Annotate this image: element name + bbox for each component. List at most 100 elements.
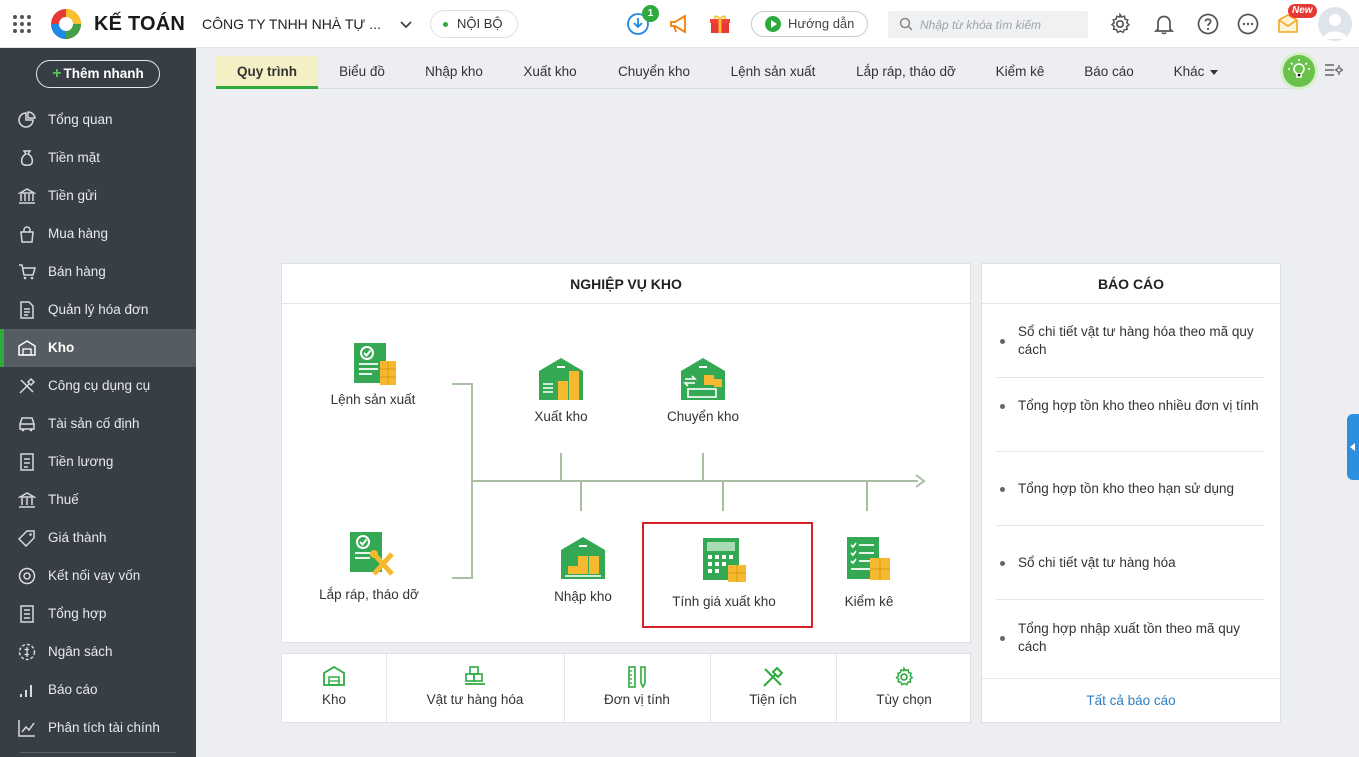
sidebar-item-label: Phân tích tài chính xyxy=(48,720,160,735)
sidebar-item-label: Giá thành xyxy=(48,530,107,545)
tab-assembly[interactable]: Lắp ráp, tháo dỡ xyxy=(848,56,964,88)
production-order-label[interactable]: Lệnh sản xuất xyxy=(312,391,434,408)
sidebar-item-label: Thuế xyxy=(48,492,79,507)
quick-add-button[interactable]: + Thêm nhanh xyxy=(36,60,160,88)
tab-transfer[interactable]: Chuyển kho xyxy=(608,56,700,88)
gift-icon[interactable] xyxy=(708,12,732,36)
company-selector[interactable]: CÔNG TY TNHH NHÀ TỰ ... xyxy=(202,16,381,32)
budget-icon xyxy=(18,643,36,661)
brand-name: KẾ TOÁN xyxy=(94,13,186,35)
help-icon[interactable] xyxy=(1196,12,1220,36)
sidebar-item-summary[interactable]: Tổng hợp xyxy=(0,595,196,633)
sidebar-item-fixed-assets[interactable]: Tài sản cố định xyxy=(0,405,196,443)
sidebar-item-overview[interactable]: Tổng quan xyxy=(0,101,196,139)
sidebar-item-tools[interactable]: Công cụ dụng cụ xyxy=(0,367,196,405)
production-order-icon[interactable] xyxy=(352,341,398,387)
sidebar-item-budget[interactable]: Ngân sách xyxy=(0,633,196,671)
tab-reports[interactable]: Báo cáo xyxy=(1076,56,1142,88)
guide-button[interactable]: Hướng dẫn xyxy=(751,11,868,37)
shopping-bag-icon xyxy=(20,226,34,243)
invoice-icon xyxy=(20,301,34,319)
ruler-icon xyxy=(628,666,646,688)
sidebar-item-loan[interactable]: Kết nối vay vốn xyxy=(0,557,196,595)
report-link[interactable]: Tổng hợp nhập xuất tồn theo mã quy cách xyxy=(998,620,1264,656)
sidebar-item-sales[interactable]: Bán hàng xyxy=(0,253,196,291)
summary-icon xyxy=(20,605,34,623)
sidebar-item-label: Ngân sách xyxy=(48,644,113,659)
calculator-icon[interactable] xyxy=(702,537,748,583)
scope-badge[interactable]: NỘI BỘ xyxy=(430,10,518,38)
more-icon[interactable] xyxy=(1236,12,1260,36)
customize-icon[interactable] xyxy=(1324,62,1344,78)
tab-goods-issue[interactable]: Xuất kho xyxy=(514,56,586,88)
stocktake-label[interactable]: Kiểm kê xyxy=(820,593,918,610)
sidebar: + Thêm nhanh Tổng quan Tiền mặt Tiền gửi … xyxy=(0,48,196,757)
search-input[interactable] xyxy=(920,11,1080,38)
shortcut-utilities[interactable]: Tiện ích xyxy=(710,654,836,722)
sidebar-item-tax[interactable]: Thuế xyxy=(0,481,196,519)
goods-issue-icon[interactable] xyxy=(538,357,584,401)
goods-issue-label[interactable]: Xuất kho xyxy=(512,408,610,425)
report-link[interactable]: Tổng hợp tồn kho theo hạn sử dụng xyxy=(998,480,1264,498)
top-bar: KẾ TOÁN CÔNG TY TNHH NHÀ TỰ ... NỘI BỘ 1… xyxy=(0,0,1359,48)
sidebar-item-label: Quản lý hóa đơn xyxy=(48,302,149,317)
search-icon xyxy=(899,17,913,31)
sidebar-item-financial-analysis[interactable]: Phân tích tài chính xyxy=(0,709,196,747)
tools-icon xyxy=(19,377,36,394)
assembly-label[interactable]: Lắp ráp, tháo dỡ xyxy=(318,586,420,603)
goods-receipt-icon[interactable] xyxy=(560,536,606,580)
all-reports-link[interactable]: Tất cả báo cáo xyxy=(982,678,1280,722)
price-tag-icon xyxy=(18,530,35,547)
tab-stocktake[interactable]: Kiểm kê xyxy=(988,56,1052,88)
sidebar-item-deposit[interactable]: Tiền gửi xyxy=(0,177,196,215)
megaphone-icon[interactable] xyxy=(668,12,692,36)
tab-workflow[interactable]: Quy trình xyxy=(216,56,318,89)
bell-icon[interactable] xyxy=(1152,12,1176,36)
sidebar-item-label: Tổng hợp xyxy=(48,606,107,621)
settings-icon[interactable] xyxy=(1108,12,1132,36)
transfer-label[interactable]: Chuyển kho xyxy=(654,408,752,425)
sidebar-item-label: Kết nối vay vốn xyxy=(48,568,141,583)
sidebar-item-payroll[interactable]: Tiền lương xyxy=(0,443,196,481)
transfer-icon[interactable] xyxy=(680,357,726,401)
shortcut-label: Vật tư hàng hóa xyxy=(426,692,524,707)
avatar[interactable] xyxy=(1318,7,1352,41)
search-box[interactable] xyxy=(888,11,1088,38)
report-divider xyxy=(996,599,1264,600)
pie-chart-icon xyxy=(18,111,36,128)
shortcut-options[interactable]: Tùy chọn xyxy=(836,654,972,722)
sidebar-item-label: Mua hàng xyxy=(48,226,109,241)
report-divider xyxy=(996,451,1264,452)
quick-add-label: Thêm nhanh xyxy=(63,66,144,81)
side-panel-toggle[interactable] xyxy=(1347,414,1359,480)
sidebar-item-label: Kho xyxy=(48,340,75,355)
chevron-down-icon[interactable] xyxy=(398,16,414,32)
report-link[interactable]: Sổ chi tiết vật tư hàng hóa theo mã quy … xyxy=(998,323,1264,359)
bar-chart-icon xyxy=(20,685,32,697)
tab-production-order[interactable]: Lệnh sản xuất xyxy=(722,56,824,88)
stocktake-icon[interactable] xyxy=(846,536,892,582)
sidebar-item-purchase[interactable]: Mua hàng xyxy=(0,215,196,253)
sidebar-item-warehouse[interactable]: Kho xyxy=(0,329,196,367)
sidebar-item-invoices[interactable]: Quản lý hóa đơn xyxy=(0,291,196,329)
goods-receipt-label[interactable]: Nhập kho xyxy=(534,588,632,605)
report-link[interactable]: Tổng hợp tồn kho theo nhiều đơn vị tính xyxy=(998,397,1264,415)
app-grid-icon[interactable] xyxy=(13,15,31,33)
costing-label[interactable]: Tính giá xuất kho xyxy=(652,593,796,610)
tab-charts[interactable]: Biểu đồ xyxy=(328,56,396,88)
shortcut-goods[interactable]: Vật tư hàng hóa xyxy=(386,654,564,722)
report-divider xyxy=(996,377,1264,378)
shortcut-unit[interactable]: Đơn vị tính xyxy=(564,654,710,722)
assembly-icon[interactable] xyxy=(348,530,396,578)
lightbulb-icon[interactable] xyxy=(1283,55,1315,87)
warehouse-icon xyxy=(323,666,345,686)
sidebar-item-cash[interactable]: Tiền mặt xyxy=(0,139,196,177)
brand-logo-icon xyxy=(51,9,81,39)
tab-goods-receipt[interactable]: Nhập kho xyxy=(416,56,492,88)
shortcut-warehouse[interactable]: Kho xyxy=(282,654,386,722)
sidebar-item-cost[interactable]: Giá thành xyxy=(0,519,196,557)
reports-panel: BÁO CÁO Sổ chi tiết vật tư hàng hóa theo… xyxy=(981,263,1281,723)
tab-more[interactable]: Khác xyxy=(1166,56,1226,88)
report-link[interactable]: Sổ chi tiết vật tư hàng hóa xyxy=(998,554,1264,572)
sidebar-item-reports[interactable]: Báo cáo xyxy=(0,671,196,709)
